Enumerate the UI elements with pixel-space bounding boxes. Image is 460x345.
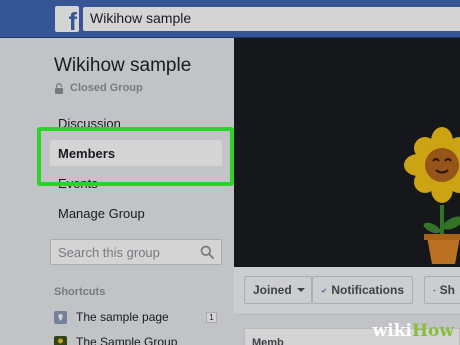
wikihow-watermark: wiki How bbox=[372, 317, 460, 345]
check-icon bbox=[321, 288, 327, 293]
members-highlight-box bbox=[37, 127, 234, 186]
group-action-bar: Joined Notifications Sh bbox=[234, 267, 460, 315]
shortcuts-heading: Shortcuts bbox=[54, 286, 106, 298]
group-search-input[interactable]: Search this group bbox=[50, 239, 222, 265]
share-button[interactable]: Sh bbox=[424, 276, 460, 304]
notifications-button[interactable]: Notifications bbox=[312, 276, 413, 304]
members-tab-label[interactable]: Memb bbox=[252, 337, 284, 345]
lock-icon bbox=[55, 82, 63, 94]
group-cover-photo[interactable] bbox=[234, 38, 460, 267]
shortcut-label: The sample page bbox=[76, 310, 169, 324]
group-privacy: Closed Group bbox=[54, 82, 143, 94]
search-icon[interactable] bbox=[200, 245, 214, 259]
share-label: Sh bbox=[439, 283, 455, 297]
sunflower-illustration bbox=[404, 127, 460, 264]
group-title[interactable]: Wikihow sample bbox=[54, 55, 191, 77]
watermark-how: How bbox=[411, 321, 454, 341]
group-privacy-label: Closed Group bbox=[70, 82, 143, 94]
shortcut-item[interactable]: The sample page 1 bbox=[54, 308, 220, 326]
facebook-logo-letter: f bbox=[68, 8, 77, 33]
shortcut-item[interactable]: The Sample Group bbox=[54, 333, 220, 345]
shortcut-count-badge: 1 bbox=[206, 312, 217, 323]
joined-button[interactable]: Joined bbox=[244, 276, 312, 304]
top-bar: f Wikihow sample bbox=[0, 0, 460, 38]
group-thumbnail-icon bbox=[54, 335, 67, 345]
group-search-placeholder: Search this group bbox=[58, 245, 160, 260]
joined-label: Joined bbox=[253, 283, 292, 297]
shortcut-label: The Sample Group bbox=[76, 335, 178, 345]
caret-down-icon bbox=[296, 288, 305, 292]
page-pin-icon bbox=[54, 310, 67, 324]
notifications-label: Notifications bbox=[331, 283, 404, 297]
share-icon bbox=[433, 289, 436, 291]
nav-manage-group[interactable]: Manage Group bbox=[58, 206, 145, 221]
facebook-logo-icon[interactable]: f bbox=[55, 6, 79, 32]
watermark-wiki: wiki bbox=[372, 321, 412, 341]
global-search-input[interactable]: Wikihow sample bbox=[83, 7, 460, 31]
